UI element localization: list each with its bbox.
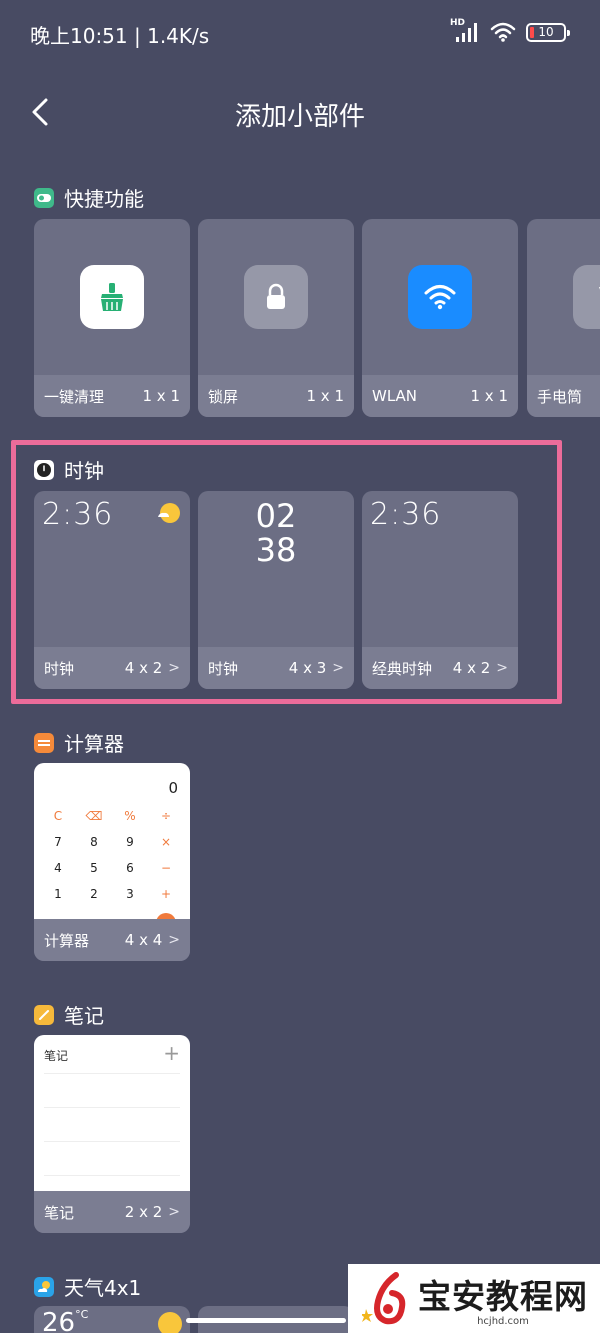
widget-card-clock-4x2[interactable]: 2:36 时钟 4 x 2 > bbox=[34, 491, 190, 689]
wifi-icon bbox=[408, 265, 472, 329]
chevron-right-icon: > bbox=[168, 660, 180, 676]
widget-label: 计算器 bbox=[44, 931, 90, 950]
pencil-app-icon bbox=[34, 1004, 54, 1025]
widget-card-calculator[interactable]: 0 C ⌫% ÷ 7 8 9 × 4 5 6 − 1 2 3 + 计算器 4 x 4 > bbox=[34, 763, 190, 961]
calculator-key: ⌫ bbox=[85, 809, 103, 823]
page-title: 添加小部件 bbox=[234, 102, 365, 132]
weather-unit: °C bbox=[75, 1308, 89, 1321]
chevron-right-icon: > bbox=[168, 1204, 180, 1220]
widget-size: 4 x 4 bbox=[124, 931, 163, 949]
watermark-logo-icon bbox=[362, 1271, 406, 1324]
section-calculator-title: 计算器 bbox=[64, 732, 124, 756]
broom-icon bbox=[80, 265, 144, 329]
widget-size: 4 x 2 bbox=[452, 659, 491, 677]
widget-card-notes[interactable]: 笔记 + 笔记 2 x 2 > bbox=[34, 1035, 190, 1233]
widget-label: 时钟 bbox=[44, 659, 75, 678]
calculator-key: 2 bbox=[90, 887, 98, 901]
calculator-preview: 0 C ⌫% ÷ 7 8 9 × 4 5 6 − 1 2 3 + bbox=[34, 763, 190, 925]
section-quick-title: 快捷功能 bbox=[64, 187, 144, 211]
calculator-key: 3 bbox=[126, 887, 134, 901]
calculator-key: C bbox=[53, 809, 63, 823]
widget-card-wlan[interactable]: WLAN 1 x 1 bbox=[362, 219, 518, 417]
chevron-right-icon: > bbox=[168, 932, 180, 948]
watermark: 宝安教程网 hcjhd.com bbox=[348, 1264, 600, 1333]
widget-label: 时钟 bbox=[208, 659, 239, 678]
clock-time: 2:36 bbox=[42, 497, 114, 532]
wifi-icon bbox=[490, 21, 516, 43]
section-quick-header: 快捷功能 bbox=[34, 183, 144, 212]
calculator-key: 8 bbox=[90, 835, 98, 849]
flashlight-icon bbox=[573, 265, 600, 329]
calculator-display: 0 bbox=[168, 779, 178, 797]
weather-app-icon bbox=[34, 1276, 54, 1297]
section-calculator-header: 计算器 bbox=[34, 728, 124, 757]
calculator-key: − bbox=[160, 861, 172, 875]
notes-preview: 笔记 + bbox=[34, 1035, 190, 1191]
clock-minutes: 38 bbox=[255, 531, 297, 569]
home-indicator[interactable] bbox=[186, 1318, 346, 1323]
widget-card-lock[interactable]: 锁屏 1 x 1 bbox=[198, 219, 354, 417]
widget-size: 1 x 1 bbox=[470, 387, 509, 405]
section-weather-title: 天气4x1 bbox=[64, 1276, 142, 1300]
hd-signal-icon: HD bbox=[450, 18, 480, 43]
weather-temp: 26°C bbox=[42, 1308, 89, 1333]
sun-icon bbox=[158, 1312, 182, 1333]
calculator-key: 1 bbox=[54, 887, 62, 901]
section-clock-title: 时钟 bbox=[64, 459, 104, 483]
calculator-key: 7 bbox=[54, 835, 62, 849]
widget-label: 笔记 bbox=[44, 1203, 75, 1222]
widget-label: 手电筒 bbox=[537, 387, 583, 406]
chevron-right-icon: > bbox=[332, 660, 344, 676]
section-notes-header: 笔记 bbox=[34, 1000, 104, 1029]
clock-hours: 02 bbox=[255, 497, 297, 535]
notes-inner-title: 笔记 bbox=[44, 1049, 69, 1063]
clock-time: 2:36 bbox=[370, 497, 442, 532]
plus-icon: + bbox=[163, 1041, 180, 1065]
widget-card-weather[interactable]: 26°C bbox=[34, 1306, 190, 1333]
section-weather-header: 天气4x1 bbox=[34, 1272, 141, 1301]
widget-card-clean[interactable]: 一键清理 1 x 1 bbox=[34, 219, 190, 417]
status-time: 晚上10:51 | 1.4K/s bbox=[30, 24, 210, 48]
calculator-key: 4 bbox=[54, 861, 62, 875]
calculator-key: % bbox=[124, 809, 136, 823]
status-icons: HD 10 bbox=[450, 18, 570, 44]
widget-size: 1 x 1 bbox=[142, 387, 181, 405]
widget-size: 1 x 1 bbox=[306, 387, 345, 405]
watermark-url: hcjhd.com bbox=[477, 1316, 529, 1327]
widget-label: WLAN bbox=[372, 387, 418, 405]
calculator-key: × bbox=[160, 835, 172, 849]
toggle-app-icon bbox=[34, 187, 54, 208]
sun-icon bbox=[156, 501, 182, 525]
widget-card-flashlight[interactable]: 手电筒 bbox=[527, 219, 600, 417]
widget-label: 一键清理 bbox=[44, 387, 105, 406]
calculator-keypad: C ⌫% ÷ 7 8 9 × 4 5 6 − 1 2 3 + bbox=[40, 809, 184, 901]
calculator-key: ÷ bbox=[160, 809, 172, 823]
widget-size: 4 x 3 bbox=[288, 659, 327, 677]
battery-level: 10 bbox=[538, 25, 554, 39]
section-notes-title: 笔记 bbox=[64, 1004, 104, 1028]
widget-card-classic-clock[interactable]: 2:36 经典时钟 4 x 2 > bbox=[362, 491, 518, 689]
calculator-app-icon bbox=[34, 732, 54, 753]
lock-icon bbox=[244, 265, 308, 329]
widget-label: 锁屏 bbox=[208, 387, 239, 406]
clock-app-icon bbox=[34, 459, 54, 480]
watermark-title: 宝安教程网 bbox=[418, 1277, 588, 1316]
chevron-right-icon: > bbox=[496, 660, 508, 676]
calculator-key: 6 bbox=[126, 861, 134, 875]
section-clock-header: 时钟 bbox=[34, 455, 104, 484]
calculator-key: + bbox=[160, 887, 172, 901]
widget-card-clock-4x3[interactable]: 02 38 时钟 4 x 3 > bbox=[198, 491, 354, 689]
battery-icon: 10 bbox=[526, 22, 570, 42]
calculator-key: 5 bbox=[90, 861, 98, 875]
calculator-key: 9 bbox=[126, 835, 134, 849]
widget-size: 4 x 2 bbox=[124, 659, 163, 677]
widget-label: 经典时钟 bbox=[372, 659, 433, 678]
status-bar: 晚上10:51 | 1.4K/s HD 10 bbox=[0, 0, 600, 66]
widget-size: 2 x 2 bbox=[124, 1203, 163, 1221]
